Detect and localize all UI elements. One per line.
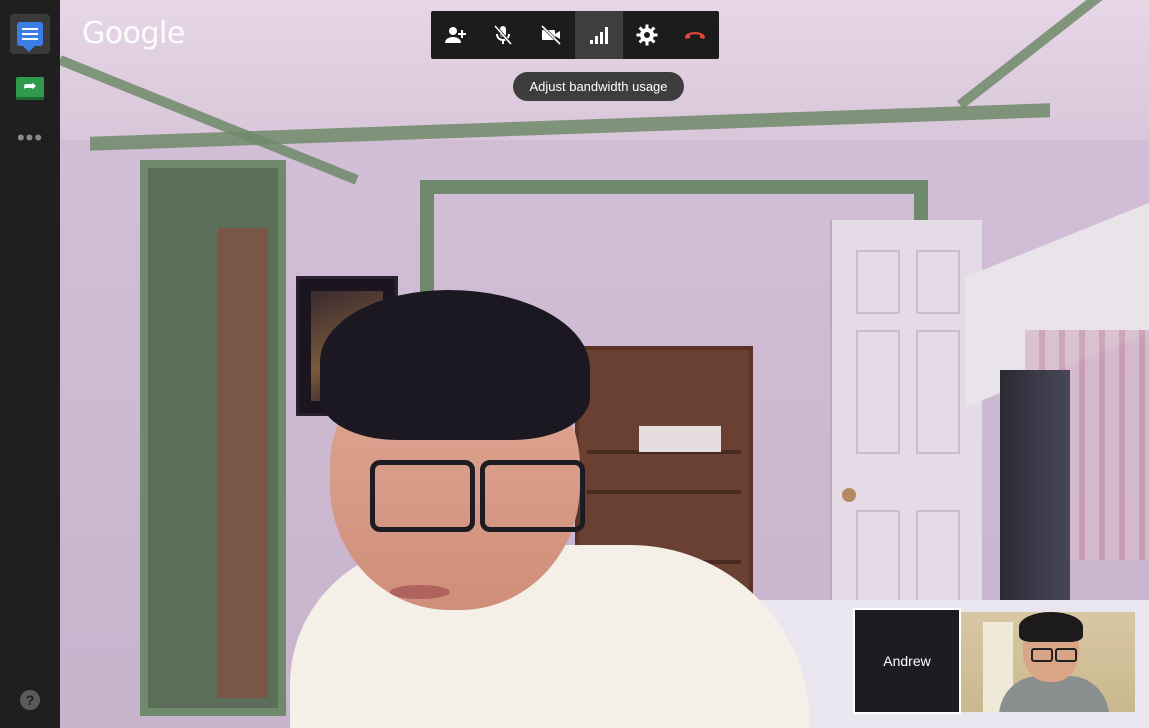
end-call-button[interactable] [671,11,719,59]
door-knob [842,488,856,502]
screenshare-icon: ➦ [16,76,44,100]
call-toolbar [431,11,719,59]
settings-button[interactable] [623,11,671,59]
closet-door [830,220,982,660]
screenshare-button[interactable]: ➦ [10,68,50,108]
help-icon[interactable]: ? [20,690,40,710]
left-sidebar: ➦ ••• ? [0,0,60,728]
more-apps-button[interactable]: ••• [10,118,50,158]
participant-thumbnail-self[interactable]: Andrew [853,608,961,714]
mute-mic-button[interactable] [479,11,527,59]
gear-icon [636,24,658,46]
google-logo: Google [82,16,185,51]
camera-off-button[interactable] [527,11,575,59]
chat-button[interactable] [10,14,50,54]
add-person-icon [445,27,466,43]
camera-off-icon [540,24,562,46]
more-dots-icon: ••• [16,125,44,150]
participant-filmstrip: Andrew [853,608,1135,714]
left-door [140,160,286,716]
signal-bars-icon [590,27,608,44]
bandwidth-tooltip: Adjust bandwidth usage [513,72,684,101]
mic-off-icon [493,25,513,45]
participant-person [290,290,810,728]
hang-up-icon [685,32,705,39]
participant-name: Andrew [883,653,931,669]
bandwidth-button[interactable] [575,11,623,59]
chat-icon [17,22,43,52]
invite-people-button[interactable] [431,11,479,59]
participant-thumbnail-other[interactable] [961,612,1135,712]
